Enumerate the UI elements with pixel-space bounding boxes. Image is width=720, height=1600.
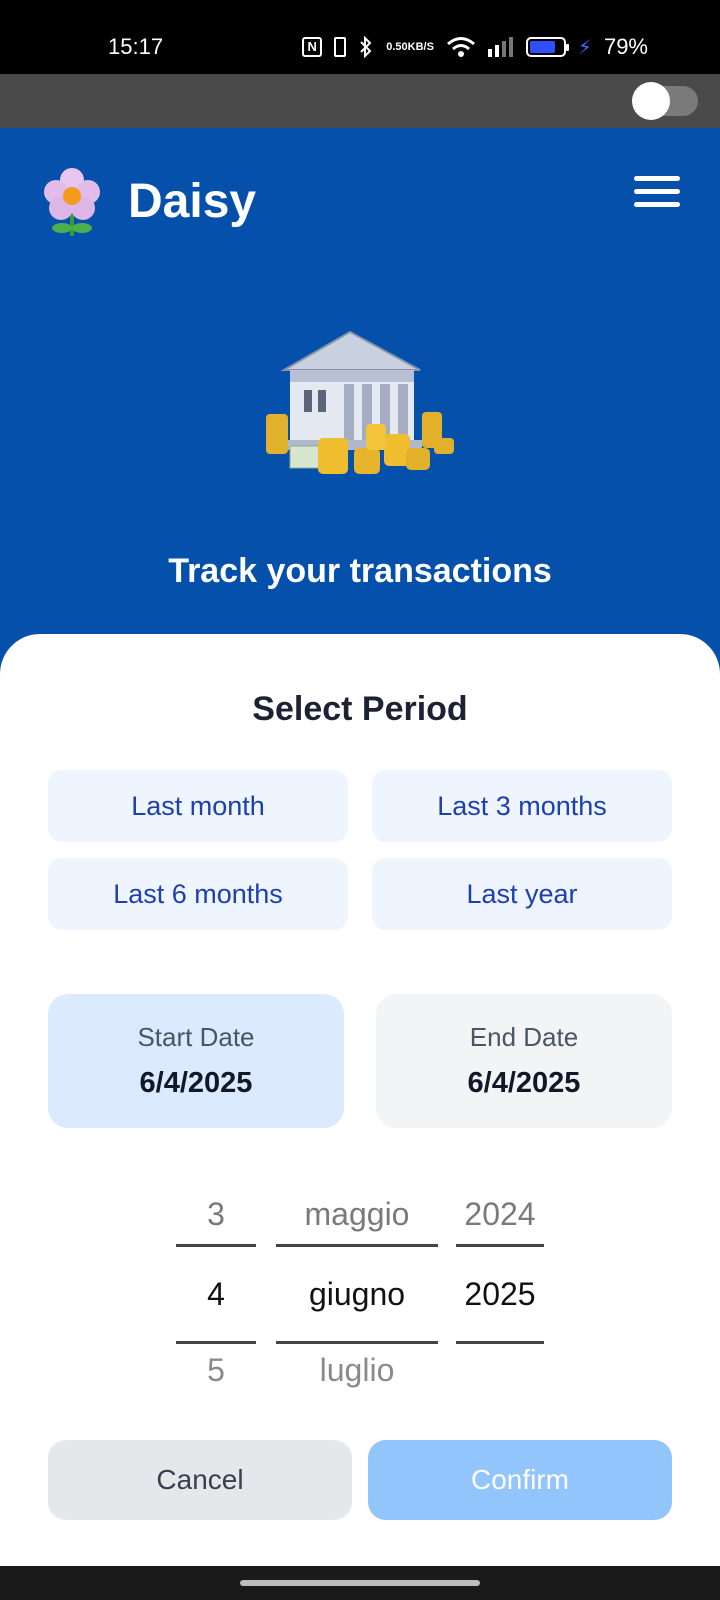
bank-coins-illustration — [266, 330, 454, 474]
wifi-icon — [446, 36, 476, 58]
sheet-title: Select Period — [252, 690, 468, 728]
nfc-icon: N — [302, 37, 323, 57]
month-next[interactable]: luglio — [276, 1330, 438, 1410]
battery-icon — [525, 37, 569, 57]
app-name: Daisy — [128, 175, 257, 228]
status-icons: N 0.50 KB/S ⚡ 79% — [302, 34, 648, 60]
cancel-button[interactable]: Cancel — [48, 1440, 352, 1520]
preset-last-month[interactable]: Last month — [48, 770, 348, 842]
charging-icon: ⚡ — [577, 36, 592, 59]
confirm-button[interactable]: Confirm — [368, 1440, 672, 1520]
day-next[interactable]: 5 — [176, 1330, 256, 1410]
year-prev[interactable]: 2024 — [456, 1174, 544, 1254]
end-date-label: End Date — [469, 1022, 579, 1052]
start-date-value: 6/4/2025 — [139, 1067, 253, 1099]
system-nav-bar — [0, 1566, 720, 1600]
home-gesture-bar[interactable] — [240, 1580, 480, 1586]
end-date-card[interactable]: End Date 6/4/2025 — [376, 994, 672, 1128]
year-current[interactable]: 2025 — [456, 1244, 544, 1344]
status-bar: 15:17 N 0.50 KB/S ⚡ 79% — [0, 0, 720, 74]
vibrate-icon — [334, 37, 347, 57]
battery-percent: 79% — [603, 34, 648, 59]
day-current[interactable]: 4 — [176, 1244, 256, 1344]
select-period-sheet: Select Period Last month Last 3 months L… — [0, 634, 720, 1566]
end-date-value: 6/4/2025 — [467, 1067, 581, 1099]
bluetooth-icon — [358, 36, 374, 58]
preset-last-3-months[interactable]: Last 3 months — [372, 770, 672, 842]
tagline: Track your transactions — [168, 552, 552, 590]
month-prev[interactable]: maggio — [276, 1174, 438, 1254]
start-date-label: Start Date — [137, 1022, 255, 1052]
preset-last-6-months[interactable]: Last 6 months — [48, 858, 348, 930]
start-date-card[interactable]: Start Date 6/4/2025 — [48, 994, 344, 1128]
theme-toggle[interactable] — [632, 82, 698, 120]
toggle-knob — [632, 82, 670, 120]
day-wheel[interactable]: 3 4 5 — [176, 1174, 256, 1410]
signal-icon — [487, 37, 514, 57]
net-speed: 0.50 KB/S — [386, 40, 434, 53]
preset-last-year[interactable]: Last year — [372, 858, 672, 930]
month-wheel[interactable]: maggio giugno luglio — [276, 1174, 438, 1410]
month-current[interactable]: giugno — [276, 1244, 438, 1344]
net-speed-value: 0.50 — [386, 40, 408, 53]
year-next[interactable] — [456, 1330, 544, 1410]
menu-icon[interactable] — [634, 176, 680, 208]
day-prev[interactable]: 3 — [176, 1174, 256, 1254]
flower-logo-icon — [44, 168, 100, 236]
top-strip — [0, 74, 720, 128]
status-time: 15:17 — [108, 34, 164, 59]
app-header: Daisy Track your transactions — [0, 128, 720, 688]
net-speed-unit: KB/S — [407, 40, 434, 53]
year-wheel[interactable]: 2024 2025 — [456, 1174, 544, 1410]
